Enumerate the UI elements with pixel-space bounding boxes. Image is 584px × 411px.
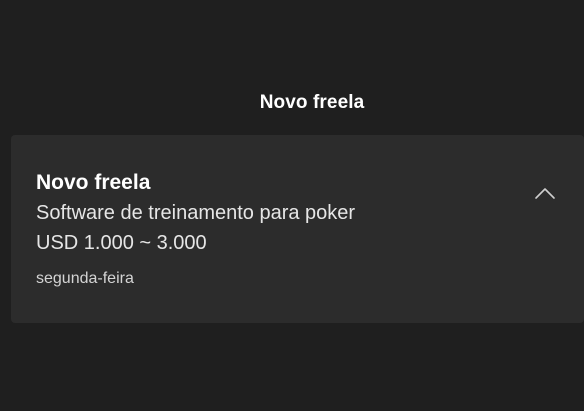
chevron-up-icon: [535, 188, 555, 199]
notification-group-header: Novo freela: [259, 92, 365, 113]
notification-timestamp: segunda-feira: [36, 270, 134, 287]
notification-body-line-1: Software de treinamento para poker: [36, 202, 356, 224]
notification-toast[interactable]: Novo freela Software de treinamento para…: [11, 135, 584, 323]
notification-title: Novo freela: [36, 171, 151, 194]
notification-body-line-2: USD 1.000 ~ 3.000: [36, 232, 207, 254]
collapse-button[interactable]: [533, 185, 557, 203]
